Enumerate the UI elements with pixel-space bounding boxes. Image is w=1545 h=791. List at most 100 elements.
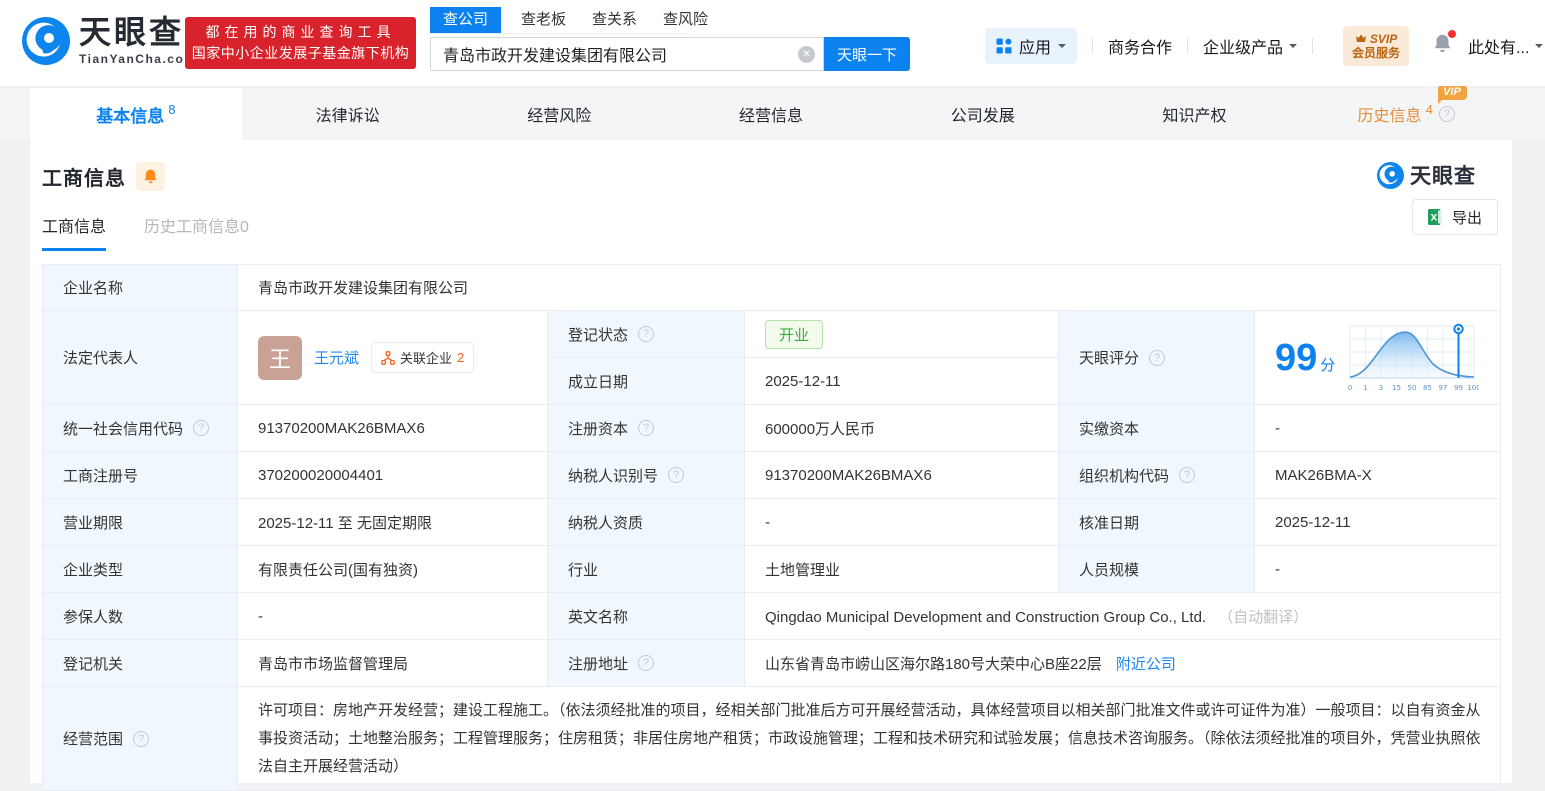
svg-text:3: 3: [1379, 384, 1383, 392]
top-header: 天眼查 TianYanCha.com 都在用的商业查询工具 国家中小企业发展子基…: [0, 0, 1545, 86]
tianyancha-logo-icon: [1377, 161, 1404, 189]
help-icon[interactable]: [1179, 467, 1196, 483]
field-label: 注册地址: [568, 655, 629, 673]
divider: [1187, 38, 1189, 54]
search-button[interactable]: 天眼一下: [824, 37, 910, 71]
divider: [1312, 38, 1314, 54]
help-icon[interactable]: [133, 730, 150, 747]
search-tab-relation[interactable]: 查关系: [592, 7, 637, 33]
paid-capital-value: -: [1253, 404, 1502, 452]
tab-history-info[interactable]: 历史信息 4 VIP: [1300, 85, 1512, 140]
score-distribution-chart: 0 1 3 15 50 85 97 99 100: [1348, 323, 1480, 392]
help-icon[interactable]: [668, 467, 685, 483]
company-section-tabs: 基本信息 8 法律诉讼 经营风险 经营信息 公司发展 知识产权 历史信息 4 V…: [0, 85, 1545, 140]
svg-text:1: 1: [1364, 384, 1368, 392]
brand-slogan: 都在用的商业查询工具 国家中小企业发展子基金旗下机构: [185, 17, 416, 69]
field-label: 成立日期: [547, 357, 745, 405]
top-right-nav: 应用 商务合作 企业级产品 SVIP 会员服务 此处有...: [985, 26, 1544, 66]
tab-legal-litigation[interactable]: 法律诉讼: [242, 88, 454, 140]
reg-authority-value: 青岛市市场监督管理局: [237, 639, 548, 687]
score-unit: 分: [1320, 357, 1336, 374]
search-tab-company[interactable]: 查公司: [430, 7, 502, 33]
company-name-value: 青岛市政开发建设集团有限公司: [236, 264, 1502, 311]
field-label: 企业名称: [42, 264, 238, 311]
slogan-line2: 国家中小企业发展子基金旗下机构: [191, 45, 410, 61]
brand-domain: TianYanCha.com: [79, 52, 197, 66]
reg-capital-value: 600000万人民币: [744, 404, 1059, 452]
table-row: 法定代表人 王 王元斌 关联企业 2 登记状态 ? 开业 天眼评分 ? 99 分…: [42, 310, 1502, 405]
svg-text:50: 50: [1408, 384, 1417, 392]
svg-text:99: 99: [1454, 384, 1463, 392]
tab-operating-risk[interactable]: 经营风险: [453, 88, 665, 140]
field-label: 企业类型: [42, 545, 238, 593]
account-menu[interactable]: 此处有...: [1468, 34, 1544, 58]
tianyan-score[interactable]: 99 分 0 1 3 15 50 85 97 99 100: [1275, 321, 1486, 395]
field-label: 纳税人资质: [547, 498, 745, 546]
legal-rep-avatar[interactable]: 王: [258, 335, 302, 380]
auto-translate-note: （自动翻译）: [1218, 608, 1309, 626]
table-row: 统一社会信用代码 91370200MAK26BMAX6 注册资本 600000万…: [42, 404, 1502, 452]
enterprise-products-menu[interactable]: 企业级产品: [1203, 34, 1298, 58]
business-cooperation-link[interactable]: 商务合作: [1108, 34, 1172, 58]
svg-text:15: 15: [1392, 384, 1401, 392]
network-icon: [381, 350, 395, 365]
svg-text:0: 0: [1348, 384, 1352, 392]
export-button[interactable]: X 导出: [1412, 199, 1498, 235]
approval-date-value: 2025-12-11: [1253, 498, 1502, 546]
search-input[interactable]: [430, 37, 824, 71]
help-icon[interactable]: [193, 420, 210, 436]
tab-intellectual-property[interactable]: 知识产权: [1089, 88, 1301, 140]
help-icon[interactable]: [1438, 106, 1455, 122]
search-tab-boss[interactable]: 查老板: [521, 7, 566, 33]
svg-text:100: 100: [1468, 384, 1480, 392]
apps-menu[interactable]: 应用: [985, 28, 1078, 64]
field-label: 天眼评分: [1079, 350, 1140, 367]
taxpayer-quality-value: -: [744, 498, 1059, 546]
reg-address-value: 山东省青岛市崂山区海尔路180号大荣中心B座22层: [765, 655, 1102, 673]
reg-number-value: 370200020004401: [237, 451, 548, 499]
tab-count: 4: [1425, 101, 1433, 117]
svg-text:X: X: [1431, 214, 1438, 224]
help-icon[interactable]: [638, 655, 655, 671]
monitor-bell-button[interactable]: [136, 162, 165, 191]
english-name-value: Qingdao Municipal Development and Constr…: [765, 608, 1207, 626]
watermark-text: 天眼查: [1410, 165, 1476, 188]
nearby-companies-link[interactable]: 附近公司: [1116, 656, 1176, 673]
svip-member-badge[interactable]: SVIP 会员服务: [1343, 26, 1410, 66]
insured-count-value: -: [237, 592, 548, 640]
credit-code-value: 91370200MAK26BMAX6: [237, 404, 548, 452]
subtab-history-business-info[interactable]: 历史工商信息0: [144, 213, 249, 251]
industry-value: 土地管理业: [744, 545, 1059, 593]
staff-size-value: -: [1253, 545, 1502, 593]
search-tab-risk[interactable]: 查风险: [663, 7, 708, 33]
chevron-down-icon: [1289, 44, 1298, 52]
legal-rep-name-link[interactable]: 王元斌: [314, 347, 359, 368]
field-label: 工商注册号: [42, 451, 238, 499]
clear-search-icon[interactable]: [798, 46, 815, 63]
notifications-bell[interactable]: [1433, 30, 1457, 59]
score-value: 99: [1275, 336, 1318, 379]
svg-text:85: 85: [1423, 384, 1432, 392]
business-scope-value: 许可项目：房地产开发经营；建设工程施工。（依法须经批准的项目，经相关部门批准后方…: [236, 685, 1502, 791]
tab-operating-info[interactable]: 经营信息: [665, 88, 877, 140]
help-icon[interactable]: [1149, 349, 1166, 366]
tab-basic-info[interactable]: 基本信息 8: [30, 88, 242, 140]
field-label: 行业: [547, 545, 745, 593]
related-companies-badge[interactable]: 关联企业 2: [371, 342, 475, 373]
field-label: 统一社会信用代码: [63, 420, 184, 438]
table-row: 登记机关 青岛市市场监督管理局 注册地址 山东省青岛市崂山区海尔路180号大荣中…: [42, 639, 1502, 687]
help-icon[interactable]: [638, 326, 655, 342]
table-row: 经营范围 许可项目：房地产开发经营；建设工程施工。（依法须经批准的项目，经相关部…: [42, 685, 1502, 791]
field-label: 营业期限: [42, 498, 238, 546]
field-label: 法定代表人: [42, 310, 238, 405]
tab-company-development[interactable]: 公司发展: [877, 88, 1089, 140]
svg-text:97: 97: [1439, 384, 1448, 392]
subtab-business-info[interactable]: 工商信息: [42, 213, 107, 251]
field-label: 注册资本: [568, 420, 629, 438]
field-label: 英文名称: [547, 592, 745, 640]
field-label: 实缴资本: [1058, 404, 1255, 452]
search-tabs: 查公司 查老板 查关系 查风险: [430, 7, 708, 34]
tianyancha-logo[interactable]: 天眼查 TianYanCha.com: [22, 16, 196, 66]
help-icon[interactable]: [638, 420, 655, 436]
field-label: 经营范围: [63, 731, 124, 749]
